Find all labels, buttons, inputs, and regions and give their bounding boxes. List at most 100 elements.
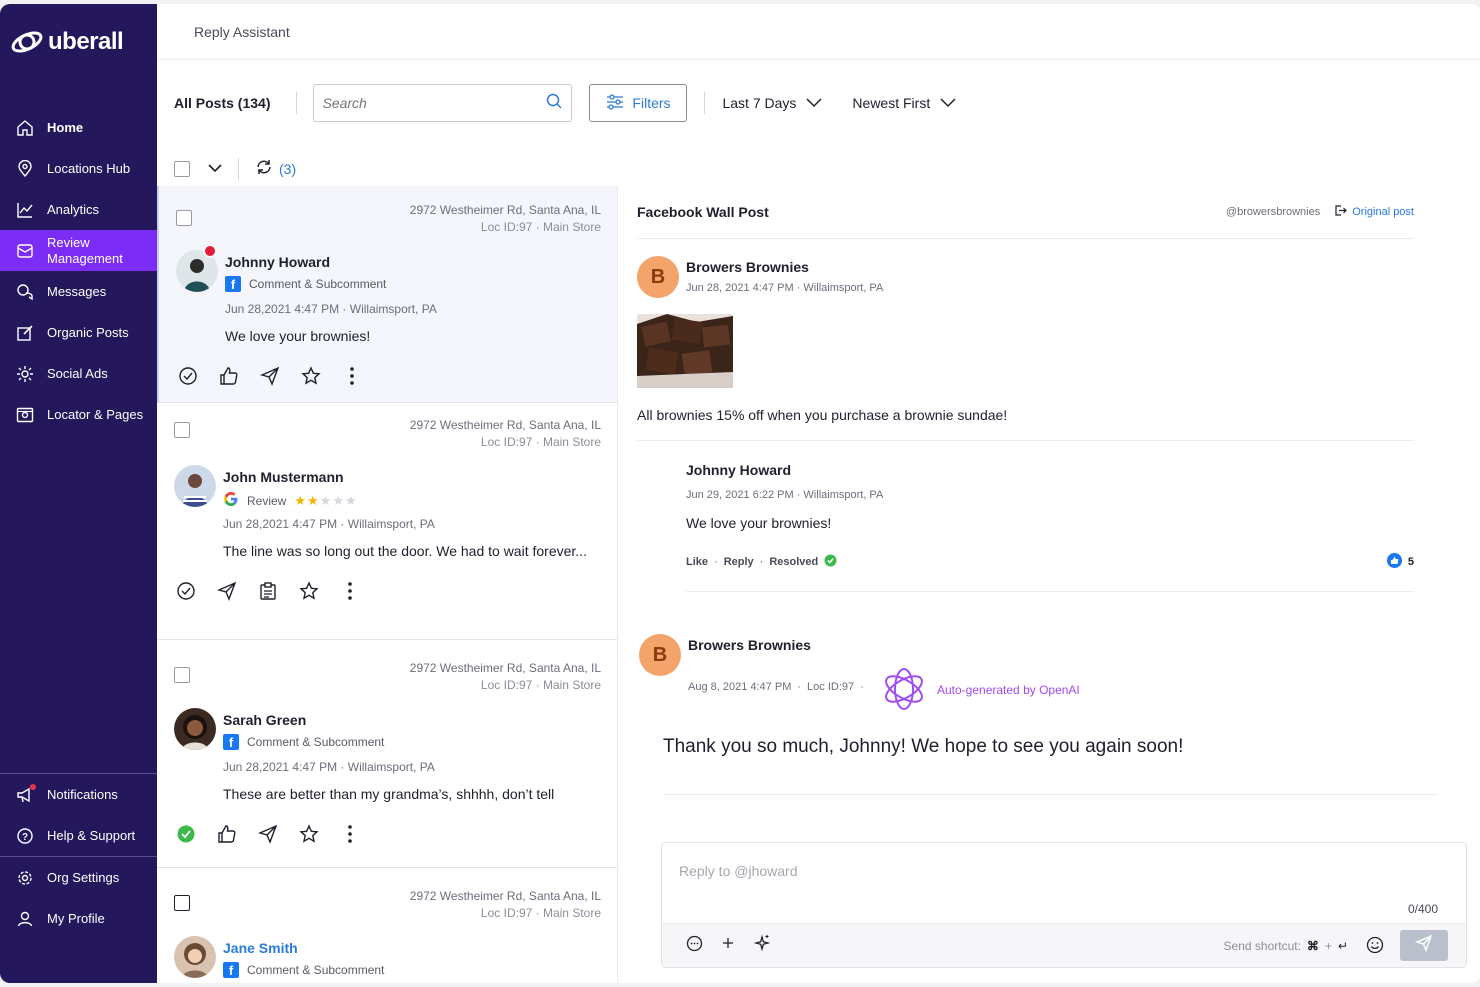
- post-address: 2972 Westheimer Rd, Santa Ana, IL: [409, 889, 601, 903]
- ai-reply-text[interactable]: Thank you so much, Johnny! We hope to se…: [663, 736, 1183, 758]
- author-name[interactable]: Johnny Howard: [225, 254, 330, 270]
- more-icon[interactable]: [340, 581, 360, 601]
- post-loc-line: Loc ID:97 · Main Store: [480, 678, 601, 692]
- post-loc-line: Loc ID:97 · Main Store: [480, 906, 601, 920]
- divider: [637, 440, 1414, 441]
- send-icon[interactable]: [217, 581, 237, 601]
- emoji-icon[interactable]: [1366, 936, 1384, 959]
- sidebar-item-notifications[interactable]: Notifications: [0, 774, 157, 815]
- reply-author[interactable]: Browers Brownies: [688, 637, 811, 653]
- facebook-icon: f: [225, 276, 241, 292]
- author-name[interactable]: Jane Smith: [223, 940, 298, 956]
- brand-name: uberall: [48, 28, 124, 55]
- facebook-icon: f: [223, 962, 239, 978]
- sidebar-item-locations-hub[interactable]: Locations Hub: [0, 148, 157, 189]
- post-loc-line: Loc ID:97 · Main Store: [480, 435, 601, 449]
- send-shortcut: Send shortcut: ⌘ + ↵: [1224, 939, 1348, 953]
- gear-icon: [16, 869, 34, 887]
- star-icon[interactable]: [299, 581, 319, 601]
- user-icon: [16, 910, 34, 928]
- post-location: 2972 Westheimer Rd, Santa Ana, IL Loc ID…: [410, 888, 601, 922]
- chart-icon: [16, 201, 34, 219]
- separator-dot: ·: [860, 681, 864, 693]
- resolved-check-icon[interactable]: [176, 824, 196, 844]
- post-checkbox[interactable]: [174, 895, 190, 911]
- sidebar-item-locator-pages[interactable]: Locator & Pages: [0, 394, 157, 435]
- reply-meta: Aug 8, 2021 4:47 PM · Loc ID:97 ·: [688, 681, 864, 693]
- date-range-dropdown[interactable]: Last 7 Days: [722, 95, 822, 111]
- avatar: [174, 936, 216, 978]
- search-icon[interactable]: [545, 92, 563, 115]
- sidebar-item-organic-posts[interactable]: Organic Posts: [0, 312, 157, 353]
- post-date: Jun 28,2021 4:47 PM: [223, 760, 338, 774]
- sidebar-item-org-settings[interactable]: Org Settings: [0, 857, 157, 898]
- post-checkbox[interactable]: [174, 422, 190, 438]
- comment-author[interactable]: Johnny Howard: [686, 462, 791, 478]
- ai-sparkle-icon[interactable]: [753, 934, 771, 957]
- refresh-icon[interactable]: [255, 158, 273, 181]
- post-source: f Comment & Subcomment: [223, 962, 384, 978]
- more-icon[interactable]: [340, 824, 360, 844]
- sort-dropdown[interactable]: Newest First: [852, 95, 956, 111]
- sidebar-item-review-management[interactable]: Review Management: [0, 230, 157, 271]
- detail-header: Facebook Wall Post @browersbrownies Orig…: [637, 204, 1414, 220]
- list-item[interactable]: 2972 Westheimer Rd, Santa Ana, IL Loc ID…: [157, 403, 617, 640]
- page-name[interactable]: Browers Brownies: [686, 259, 809, 275]
- reply-input[interactable]: Reply to @jhoward: [679, 863, 798, 879]
- like-icon[interactable]: [219, 366, 239, 386]
- post-checkbox[interactable]: [176, 210, 192, 226]
- send-icon[interactable]: [260, 366, 280, 386]
- sidebar-item-label: Locator & Pages: [47, 406, 144, 422]
- like-count-value: 5: [1407, 556, 1414, 568]
- post-address: 2972 Westheimer Rd, Santa Ana, IL: [409, 203, 601, 217]
- review-icon: [16, 242, 34, 260]
- reply-link[interactable]: Reply: [724, 556, 754, 568]
- more-icon[interactable]: [342, 366, 362, 386]
- sidebar-item-label: Help & Support: [47, 827, 136, 843]
- author-name[interactable]: John Mustermann: [223, 469, 344, 485]
- like-link[interactable]: Like: [686, 556, 708, 568]
- send-icon[interactable]: [258, 824, 278, 844]
- separator-dot: ·: [759, 556, 764, 568]
- filters-button[interactable]: Filters: [589, 84, 688, 122]
- original-post-link[interactable]: Original post: [1334, 204, 1414, 220]
- sidebar-item-help-support[interactable]: ? Help & Support: [0, 815, 157, 856]
- bulk-select-bar: (3): [174, 156, 296, 182]
- post-text: The line was so long out the door. We ha…: [223, 543, 587, 559]
- sidebar-item-label: Locations Hub: [47, 160, 131, 176]
- like-icon[interactable]: [217, 824, 237, 844]
- plus-icon[interactable]: [721, 936, 735, 955]
- brand-logo[interactable]: uberall: [10, 28, 124, 56]
- post-checkbox[interactable]: [174, 667, 190, 683]
- resolved-label[interactable]: Resolved: [769, 556, 818, 568]
- main-nav: Home Locations Hub Analytics Review Mana…: [0, 107, 157, 435]
- store-name: Main Store: [542, 906, 601, 920]
- star-icon[interactable]: [299, 824, 319, 844]
- post-image[interactable]: [637, 314, 733, 388]
- all-posts-count[interactable]: All Posts (134): [174, 95, 270, 111]
- sidebar-item-home[interactable]: Home: [0, 107, 157, 148]
- author-name[interactable]: Sarah Green: [223, 712, 306, 728]
- resolve-icon[interactable]: [178, 366, 198, 386]
- chevron-down-icon[interactable]: [208, 160, 222, 178]
- search-input[interactable]: [322, 95, 523, 111]
- sidebar-item-analytics[interactable]: Analytics: [0, 189, 157, 230]
- post-place: Willaimsport, PA: [347, 517, 435, 531]
- reply-composer[interactable]: Reply to @jhoward 0/400 Send shortcut: ⌘…: [661, 842, 1467, 968]
- select-all-checkbox[interactable]: [174, 161, 190, 177]
- sidebar-item-messages[interactable]: Messages: [0, 271, 157, 312]
- list-item[interactable]: 2972 Westheimer Rd, Santa Ana, IL Loc ID…: [157, 868, 617, 983]
- sidebar-item-social-ads[interactable]: Social Ads: [0, 353, 157, 394]
- send-button[interactable]: [1400, 930, 1448, 961]
- chat-template-icon[interactable]: [686, 935, 703, 957]
- sidebar-item-label: Org Settings: [47, 869, 120, 885]
- star-icon[interactable]: [301, 366, 321, 386]
- list-item[interactable]: 2972 Westheimer Rd, Santa Ana, IL Loc ID…: [157, 640, 617, 868]
- sidebar-item-my-profile[interactable]: My Profile: [0, 898, 157, 939]
- list-item[interactable]: 2972 Westheimer Rd, Santa Ana, IL Loc ID…: [157, 186, 617, 403]
- clipboard-icon[interactable]: [258, 581, 278, 601]
- store-name: Main Store: [542, 435, 601, 449]
- resolve-icon[interactable]: [176, 581, 196, 601]
- refresh-count[interactable]: (3): [279, 161, 296, 177]
- search-box[interactable]: [313, 84, 573, 122]
